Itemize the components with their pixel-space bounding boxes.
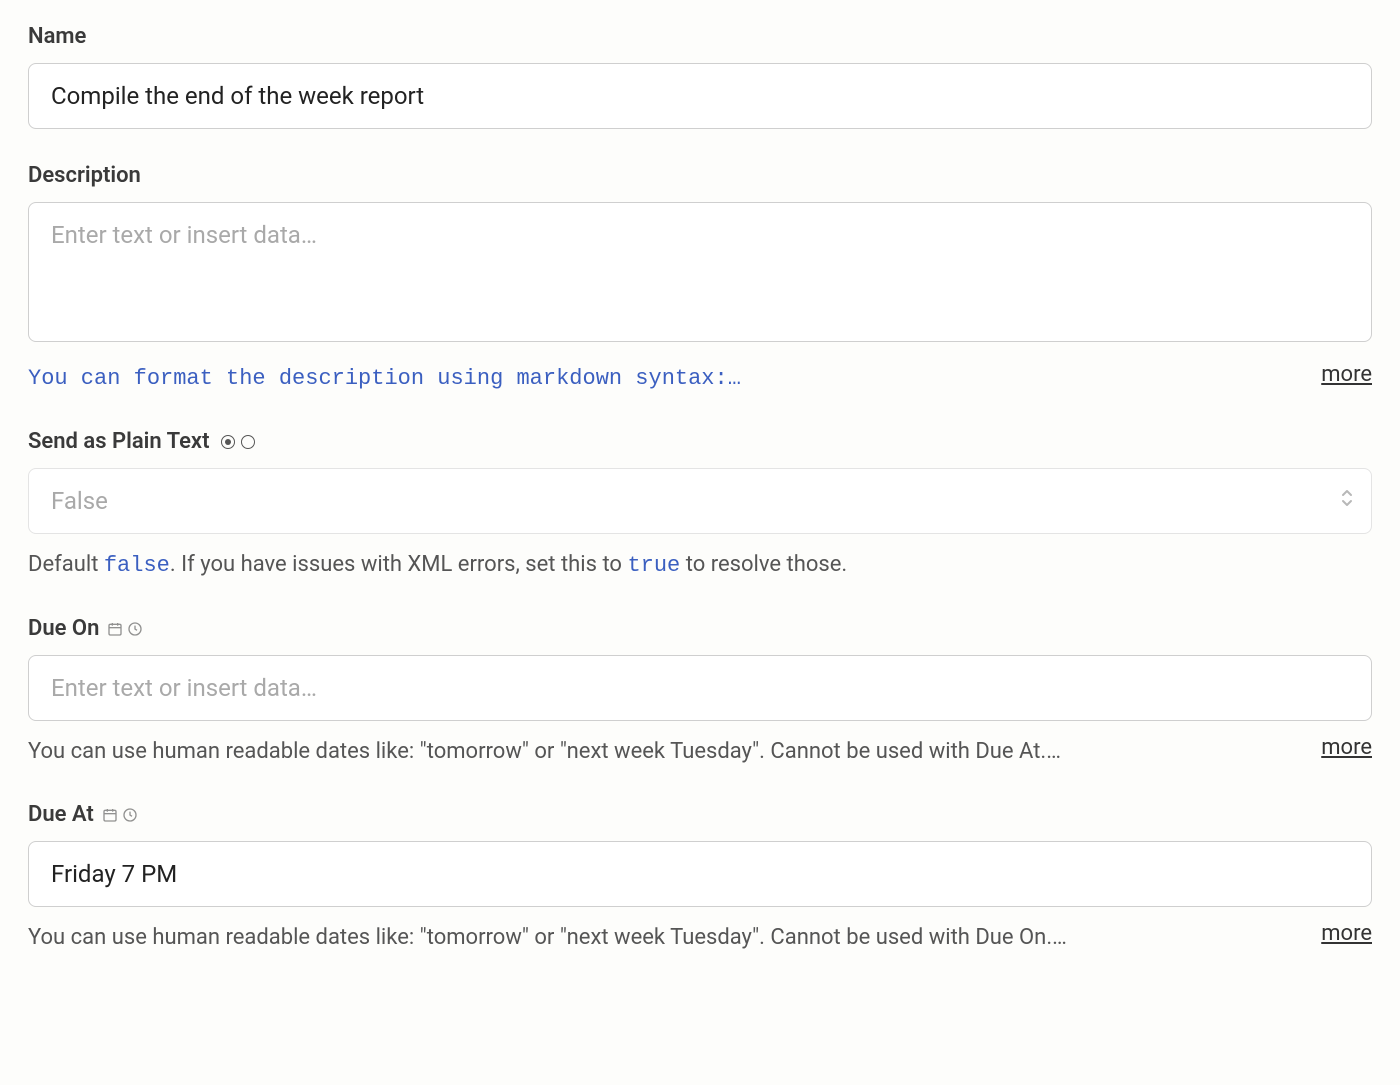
due-at-helper-text: You can use human readable dates like: "… bbox=[28, 921, 1297, 954]
name-input[interactable] bbox=[28, 63, 1372, 129]
due-on-field-group: Due On You can use human readable dates … bbox=[28, 616, 1372, 768]
description-helper-text: You can format the description using mar… bbox=[28, 362, 1297, 395]
send-plain-select-wrapper: False bbox=[28, 468, 1372, 534]
clock-icon bbox=[127, 621, 143, 637]
send-plain-helper-suffix: to resolve those. bbox=[680, 552, 847, 577]
description-label: Description bbox=[28, 163, 1372, 188]
due-at-more-link[interactable]: more bbox=[1321, 921, 1372, 946]
clock-icon bbox=[122, 807, 138, 823]
due-on-input[interactable] bbox=[28, 655, 1372, 721]
radio-filled-icon bbox=[221, 435, 235, 449]
send-plain-helper-text: Default false. If you have issues with X… bbox=[28, 548, 1372, 582]
send-plain-field-group: Send as Plain Text False Default false. … bbox=[28, 429, 1372, 582]
send-plain-helper-row: Default false. If you have issues with X… bbox=[28, 548, 1372, 582]
send-plain-helper-prefix: Default bbox=[28, 552, 104, 577]
description-label-text: Description bbox=[28, 163, 141, 188]
due-on-more-link[interactable]: more bbox=[1321, 735, 1372, 760]
due-at-input[interactable] bbox=[28, 841, 1372, 907]
due-at-label-text: Due At bbox=[28, 802, 94, 827]
due-at-label-icons bbox=[102, 807, 138, 823]
radio-empty-icon bbox=[241, 435, 255, 449]
send-plain-label-text: Send as Plain Text bbox=[28, 429, 209, 454]
name-field-group: Name bbox=[28, 24, 1372, 129]
description-field-group: Description You can format the descripti… bbox=[28, 163, 1372, 395]
due-at-helper-row: You can use human readable dates like: "… bbox=[28, 921, 1372, 954]
due-at-field-group: Due At You can use human readable dates … bbox=[28, 802, 1372, 954]
calendar-icon bbox=[107, 621, 123, 637]
send-plain-select[interactable]: False bbox=[28, 468, 1372, 534]
send-plain-helper-mid: . If you have issues with XML errors, se… bbox=[170, 552, 628, 577]
send-plain-helper-code-false: false bbox=[104, 553, 170, 578]
due-at-label: Due At bbox=[28, 802, 1372, 827]
name-label-text: Name bbox=[28, 24, 86, 49]
due-on-label: Due On bbox=[28, 616, 1372, 641]
due-on-label-icons bbox=[107, 621, 143, 637]
calendar-icon bbox=[102, 807, 118, 823]
description-more-link[interactable]: more bbox=[1321, 362, 1372, 387]
description-helper-row: You can format the description using mar… bbox=[28, 362, 1372, 395]
send-plain-label: Send as Plain Text bbox=[28, 429, 1372, 454]
description-input[interactable] bbox=[28, 202, 1372, 342]
send-plain-helper-code-true: true bbox=[627, 553, 680, 578]
due-on-helper-row: You can use human readable dates like: "… bbox=[28, 735, 1372, 768]
name-label: Name bbox=[28, 24, 1372, 49]
send-plain-radio-indicators bbox=[221, 435, 255, 449]
due-on-label-text: Due On bbox=[28, 616, 99, 641]
due-on-helper-text: You can use human readable dates like: "… bbox=[28, 735, 1297, 768]
